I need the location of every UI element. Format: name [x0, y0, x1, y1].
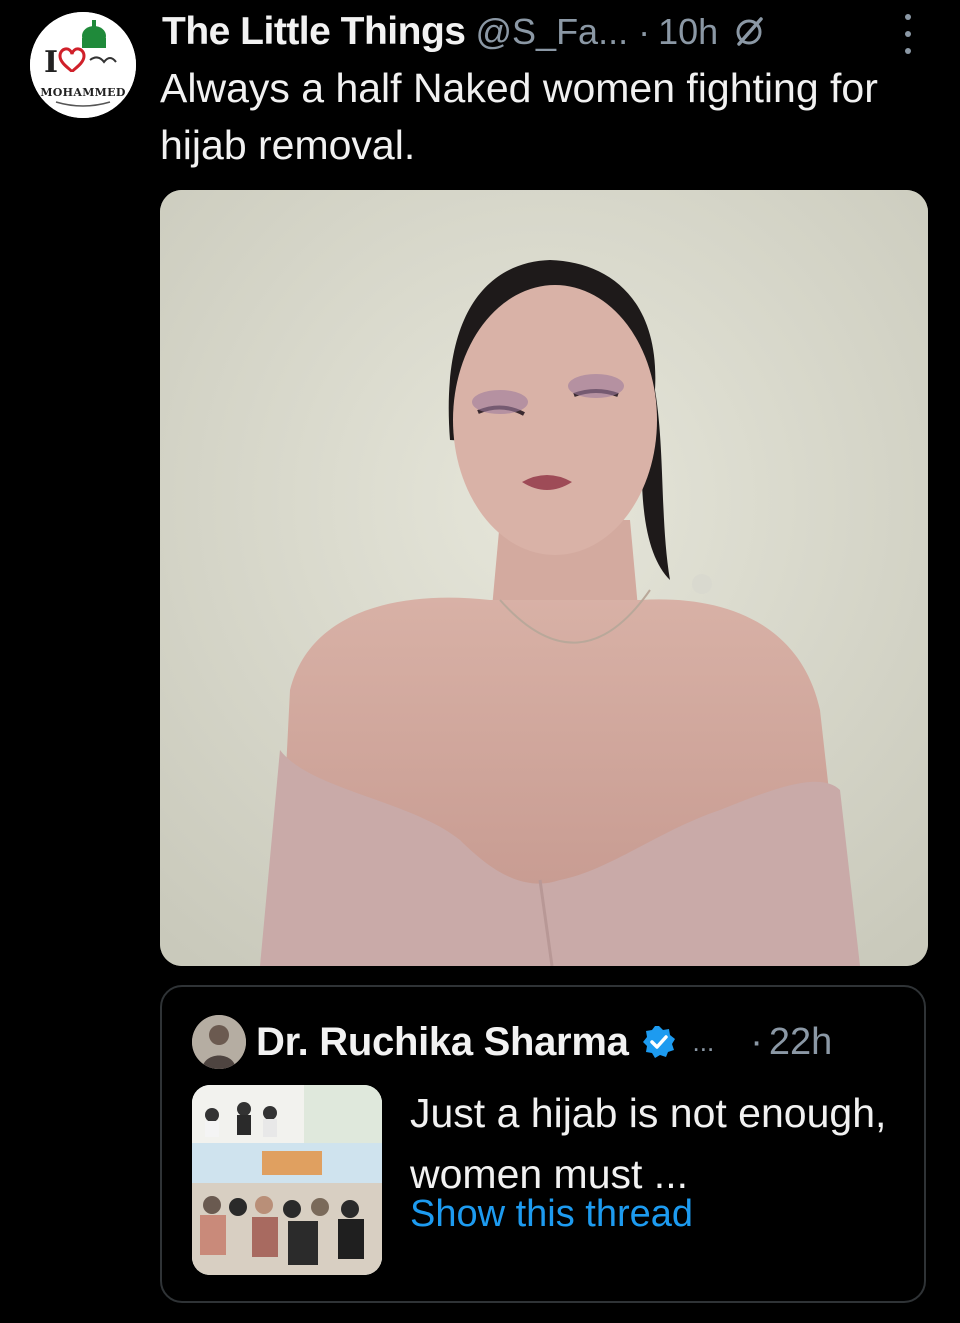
quoted-tweet-timestamp[interactable]: 22h	[769, 1021, 832, 1064]
quoted-author-name[interactable]: Dr. Ruchika Sharma	[256, 1020, 629, 1065]
avatar-caption: MOHAMMED	[40, 86, 126, 99]
author-handle[interactable]: @S_Fa...	[475, 11, 628, 53]
separator-dot: ·	[750, 1020, 763, 1063]
author-name[interactable]: The Little Things	[162, 10, 466, 54]
quoted-tweet-thumbnail[interactable]	[192, 1085, 382, 1275]
grok-icon[interactable]	[732, 15, 766, 49]
more-vertical-icon[interactable]	[893, 14, 923, 54]
quoted-tweet-text: Just a hijab is not enough, women must .…	[410, 1090, 887, 1197]
quoted-tweet-header: Dr. Ruchika Sharma ... · 22h	[256, 1015, 906, 1069]
separator-dot: ·	[638, 11, 651, 52]
svg-text:I: I	[44, 45, 58, 80]
tweet-timestamp[interactable]: 10h	[658, 11, 718, 53]
truncation-ellipsis: ...	[692, 1026, 715, 1057]
tweet-header: The Little Things @S_Fa... · 10h	[162, 8, 932, 56]
tweet-photo[interactable]	[160, 190, 928, 966]
author-avatar[interactable]: I MOHAMMED	[30, 12, 136, 118]
verified-badge-icon	[641, 1024, 677, 1060]
quoted-tweet-card[interactable]: Dr. Ruchika Sharma ... · 22h Just a hija…	[160, 985, 926, 1303]
tweet-text: Always a half Naked women fighting for h…	[160, 65, 878, 168]
quoted-author-avatar[interactable]	[192, 1015, 246, 1069]
show-thread-link[interactable]: Show this thread	[410, 1193, 693, 1236]
